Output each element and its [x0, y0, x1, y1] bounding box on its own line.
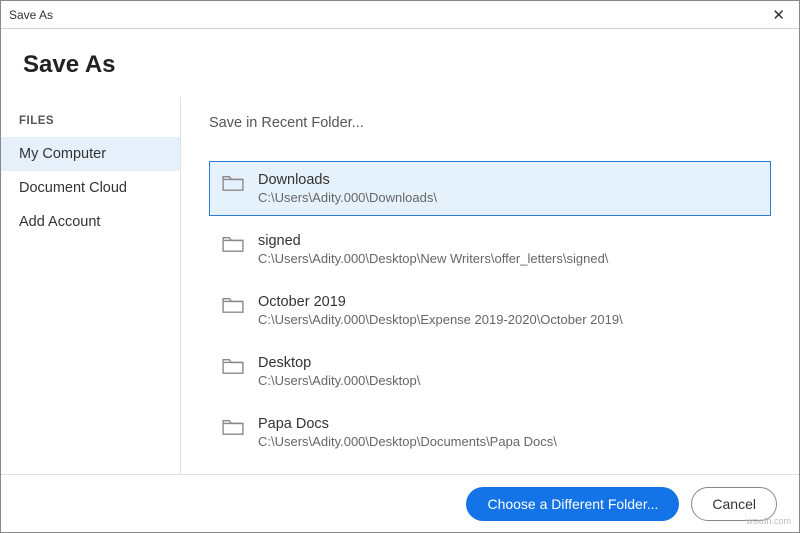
folder-row[interactable]: Desktop C:\Users\Adity.000\Desktop\ [209, 344, 771, 399]
folder-row[interactable]: Papa Docs C:\Users\Adity.000\Desktop\Docu… [209, 405, 771, 460]
sidebar-heading: FILES [1, 109, 180, 137]
folder-icon [222, 233, 244, 258]
folder-path: C:\Users\Adity.000\Downloads\ [258, 190, 437, 205]
folder-text: Desktop C:\Users\Adity.000\Desktop\ [258, 355, 420, 388]
sidebar-item-document-cloud[interactable]: Document Cloud [1, 171, 180, 205]
window-title: Save As [9, 8, 53, 22]
folder-name: October 2019 [258, 294, 623, 310]
sidebar-item-my-computer[interactable]: My Computer [1, 137, 180, 171]
folder-row[interactable]: Downloads C:\Users\Adity.000\Downloads\ [209, 161, 771, 216]
folder-row[interactable]: signed C:\Users\Adity.000\Desktop\New Wri… [209, 222, 771, 277]
main-panel: Save in Recent Folder... Downloads C:\Use… [181, 97, 799, 492]
close-icon[interactable]: ✕ [766, 6, 791, 24]
folder-icon [222, 172, 244, 197]
choose-different-folder-button[interactable]: Choose a Different Folder... [466, 487, 679, 521]
page-title: Save As [23, 51, 777, 79]
dialog-header: Save As [1, 29, 799, 97]
sidebar: FILES My ComputerDocument CloudAdd Accou… [1, 97, 181, 492]
folder-icon [222, 294, 244, 319]
footer: Choose a Different Folder... Cancel [1, 474, 799, 532]
folder-path: C:\Users\Adity.000\Desktop\Documents\Pap… [258, 434, 557, 449]
folder-icon [222, 416, 244, 441]
folder-path: C:\Users\Adity.000\Desktop\New Writers\o… [258, 251, 608, 266]
folder-path: C:\Users\Adity.000\Desktop\Expense 2019-… [258, 312, 623, 327]
cancel-button[interactable]: Cancel [691, 487, 777, 521]
folder-name: signed [258, 233, 608, 249]
folder-name: Papa Docs [258, 416, 557, 432]
folder-text: Downloads C:\Users\Adity.000\Downloads\ [258, 172, 437, 205]
folder-name: Downloads [258, 172, 437, 188]
folder-row[interactable]: October 2019 C:\Users\Adity.000\Desktop\E… [209, 283, 771, 338]
content: FILES My ComputerDocument CloudAdd Accou… [1, 97, 799, 492]
folder-text: October 2019 C:\Users\Adity.000\Desktop\E… [258, 294, 623, 327]
folder-icon [222, 355, 244, 380]
titlebar: Save As ✕ [1, 1, 799, 29]
folder-name: Desktop [258, 355, 420, 371]
folder-path: C:\Users\Adity.000\Desktop\ [258, 373, 420, 388]
folder-text: signed C:\Users\Adity.000\Desktop\New Wri… [258, 233, 608, 266]
folder-text: Papa Docs C:\Users\Adity.000\Desktop\Docu… [258, 416, 557, 449]
recent-folder-heading: Save in Recent Folder... [209, 115, 771, 131]
sidebar-item-add-account[interactable]: Add Account [1, 205, 180, 239]
